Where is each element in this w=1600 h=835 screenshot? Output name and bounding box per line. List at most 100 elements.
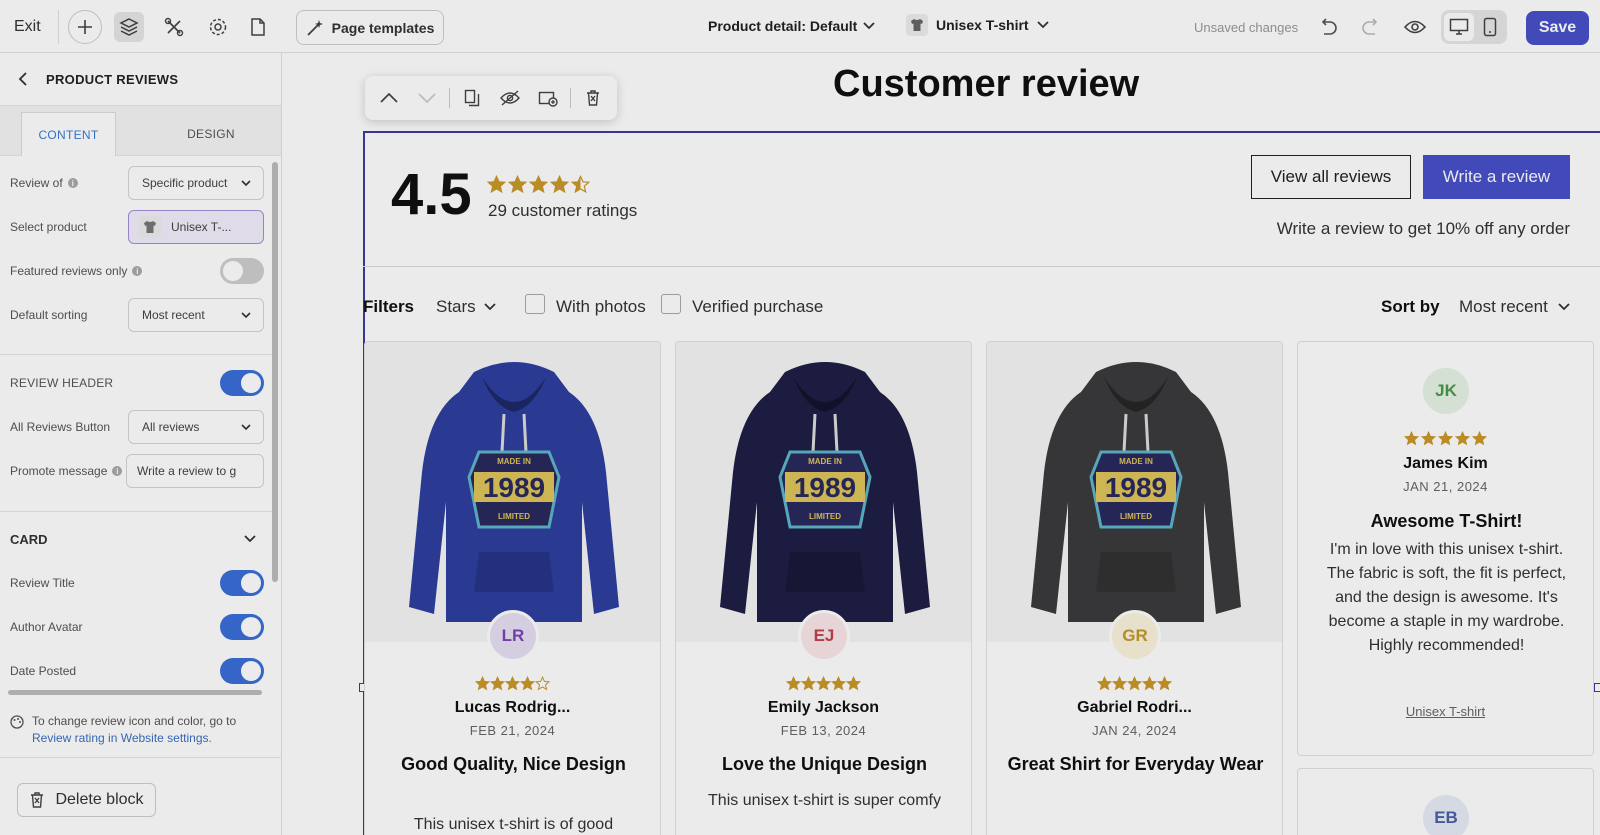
review-photo[interactable]: 1989 MADE IN LIMITED	[365, 342, 660, 642]
default-sorting-select[interactable]: Most recent	[128, 298, 264, 332]
mobile-icon	[1483, 17, 1496, 37]
move-down-button[interactable]	[411, 82, 443, 114]
add-block-button[interactable]	[68, 10, 102, 44]
verified-purchase-checkbox[interactable]	[661, 294, 681, 314]
view-all-reviews-button[interactable]: View all reviews	[1251, 155, 1411, 199]
preview-button[interactable]	[1400, 12, 1430, 42]
review-stars	[676, 676, 971, 691]
layers-button[interactable]	[114, 12, 144, 42]
all-reviews-button-label: All Reviews Button	[10, 420, 111, 434]
featured-only-toggle[interactable]	[220, 258, 264, 284]
duplicate-button[interactable]	[456, 82, 488, 114]
panel-header: PRODUCT REVIEWS	[0, 53, 281, 106]
author-initials: LR	[501, 626, 525, 645]
author-avatar: GR	[1109, 610, 1161, 662]
block-toolbar	[365, 76, 617, 120]
pages-button[interactable]	[243, 12, 273, 42]
hide-button[interactable]	[494, 82, 526, 114]
mobile-view-button[interactable]	[1475, 13, 1505, 41]
settings-button[interactable]	[203, 12, 233, 42]
card-section-header[interactable]: CARD	[10, 522, 264, 556]
review-card[interactable]: 1989 MADE IN LIMITED EJ Emily Jackson FE…	[675, 341, 972, 835]
product-select[interactable]: Unisex T-shirt	[906, 14, 1049, 36]
hoodie-image: 1989 MADE IN LIMITED	[1030, 362, 1241, 622]
review-of-select[interactable]: Specific product	[128, 166, 264, 200]
panel-vertical-scrollbar[interactable]	[272, 162, 278, 582]
verified-purchase-label[interactable]: Verified purchase	[692, 297, 823, 317]
review-photo[interactable]: 1989 MADE IN LIMITED	[987, 342, 1282, 642]
tab-design[interactable]: DESIGN	[163, 112, 259, 156]
redo-button[interactable]	[1356, 12, 1386, 42]
featured-only-row: Featured reviews only i	[10, 254, 264, 288]
star-full-icon	[1142, 676, 1157, 691]
tools-button[interactable]	[159, 12, 189, 42]
text-review-card[interactable]: JK James Kim JAN 21, 2024 Awesome T-Shir…	[1297, 341, 1594, 756]
date-posted-toggle[interactable]	[220, 658, 264, 684]
review-card[interactable]: 1989 MADE IN LIMITED GR Gabriel Rodri...…	[986, 341, 1283, 835]
panel-horizontal-scrollbar[interactable]	[8, 690, 262, 695]
date-posted-row: Date Posted	[10, 654, 264, 684]
info-icon: i	[67, 178, 78, 188]
select-product-field[interactable]: Unisex T-...	[128, 210, 264, 244]
info-icon: i	[112, 466, 123, 476]
toolbar-divider	[58, 10, 59, 44]
desktop-view-button[interactable]	[1443, 13, 1474, 41]
delete-block-label: Delete block	[55, 791, 144, 808]
website-settings-link[interactable]: Review rating in Website settings.	[32, 730, 236, 747]
author-avatar: EB	[1420, 792, 1472, 835]
stars-filter[interactable]: Stars	[436, 297, 496, 317]
review-photo[interactable]: 1989 MADE IN LIMITED	[676, 342, 971, 642]
page-select[interactable]: Product detail: Default	[708, 18, 875, 34]
sort-select[interactable]: Most recent	[1459, 297, 1570, 317]
with-photos-label[interactable]: With photos	[556, 297, 646, 317]
review-title-row: Review Title	[10, 566, 264, 600]
svg-text:1989: 1989	[1104, 472, 1166, 503]
with-photos-checkbox[interactable]	[525, 294, 545, 314]
header-divider	[363, 266, 1600, 267]
move-up-button[interactable]	[373, 82, 405, 114]
chevron-down-icon	[244, 535, 256, 543]
star-full-icon	[505, 676, 520, 691]
delete-section-button[interactable]	[577, 82, 609, 114]
toggle-knob	[223, 261, 243, 281]
review-title: Love the Unique Design	[721, 754, 928, 774]
review-card[interactable]: 1989 MADE IN LIMITED LR Lucas Rodrig... …	[364, 341, 661, 835]
toolbar-divider	[449, 88, 450, 108]
review-header-toggle[interactable]	[220, 370, 264, 396]
toolbar-divider	[570, 88, 571, 108]
write-review-button[interactable]: Write a review	[1423, 155, 1570, 199]
text-review-card[interactable]: EB	[1297, 768, 1594, 835]
page-templates-button[interactable]: Page templates	[296, 10, 444, 45]
svg-text:1989: 1989	[482, 472, 544, 503]
tab-content[interactable]: CONTENT	[21, 112, 116, 156]
review-product-link[interactable]: Unisex T-shirt	[1298, 704, 1593, 719]
date-posted-label: Date Posted	[10, 664, 77, 678]
all-reviews-button-row: All Reviews Button All reviews	[10, 410, 264, 444]
panel-title: PRODUCT REVIEWS	[46, 71, 179, 87]
all-reviews-button-select[interactable]: All reviews	[128, 410, 264, 444]
shirt-icon	[144, 221, 156, 233]
add-section-button[interactable]	[532, 82, 564, 114]
promote-message-text: Promote message	[10, 464, 108, 478]
product-thumbnail	[139, 216, 161, 238]
author-avatar-toggle[interactable]	[220, 614, 264, 640]
delete-block-button[interactable]: Delete block	[17, 783, 156, 817]
author-avatar-label: Author Avatar	[10, 620, 83, 634]
author-avatar: LR	[487, 610, 539, 662]
star-full-icon	[831, 676, 846, 691]
preview-canvas: Customer review 4.5 29 customer ratings …	[282, 53, 1600, 835]
exit-button[interactable]: Exit	[14, 18, 41, 36]
palette-icon	[10, 715, 24, 729]
author-initials: EJ	[813, 626, 835, 645]
select-product-row: Select product Unisex T-...	[10, 210, 264, 244]
default-sorting-label: Default sorting	[10, 308, 88, 322]
resize-handle-right[interactable]	[1594, 683, 1600, 692]
gear-icon	[209, 18, 227, 36]
promote-message-input[interactable]: Write a review to g	[126, 454, 264, 488]
review-date: FEB 21, 2024	[469, 723, 556, 738]
back-arrow-icon[interactable]	[18, 72, 28, 86]
device-toggle	[1441, 10, 1507, 44]
save-button[interactable]: Save	[1526, 11, 1589, 45]
review-title-toggle[interactable]	[220, 570, 264, 596]
undo-button[interactable]	[1313, 12, 1343, 42]
